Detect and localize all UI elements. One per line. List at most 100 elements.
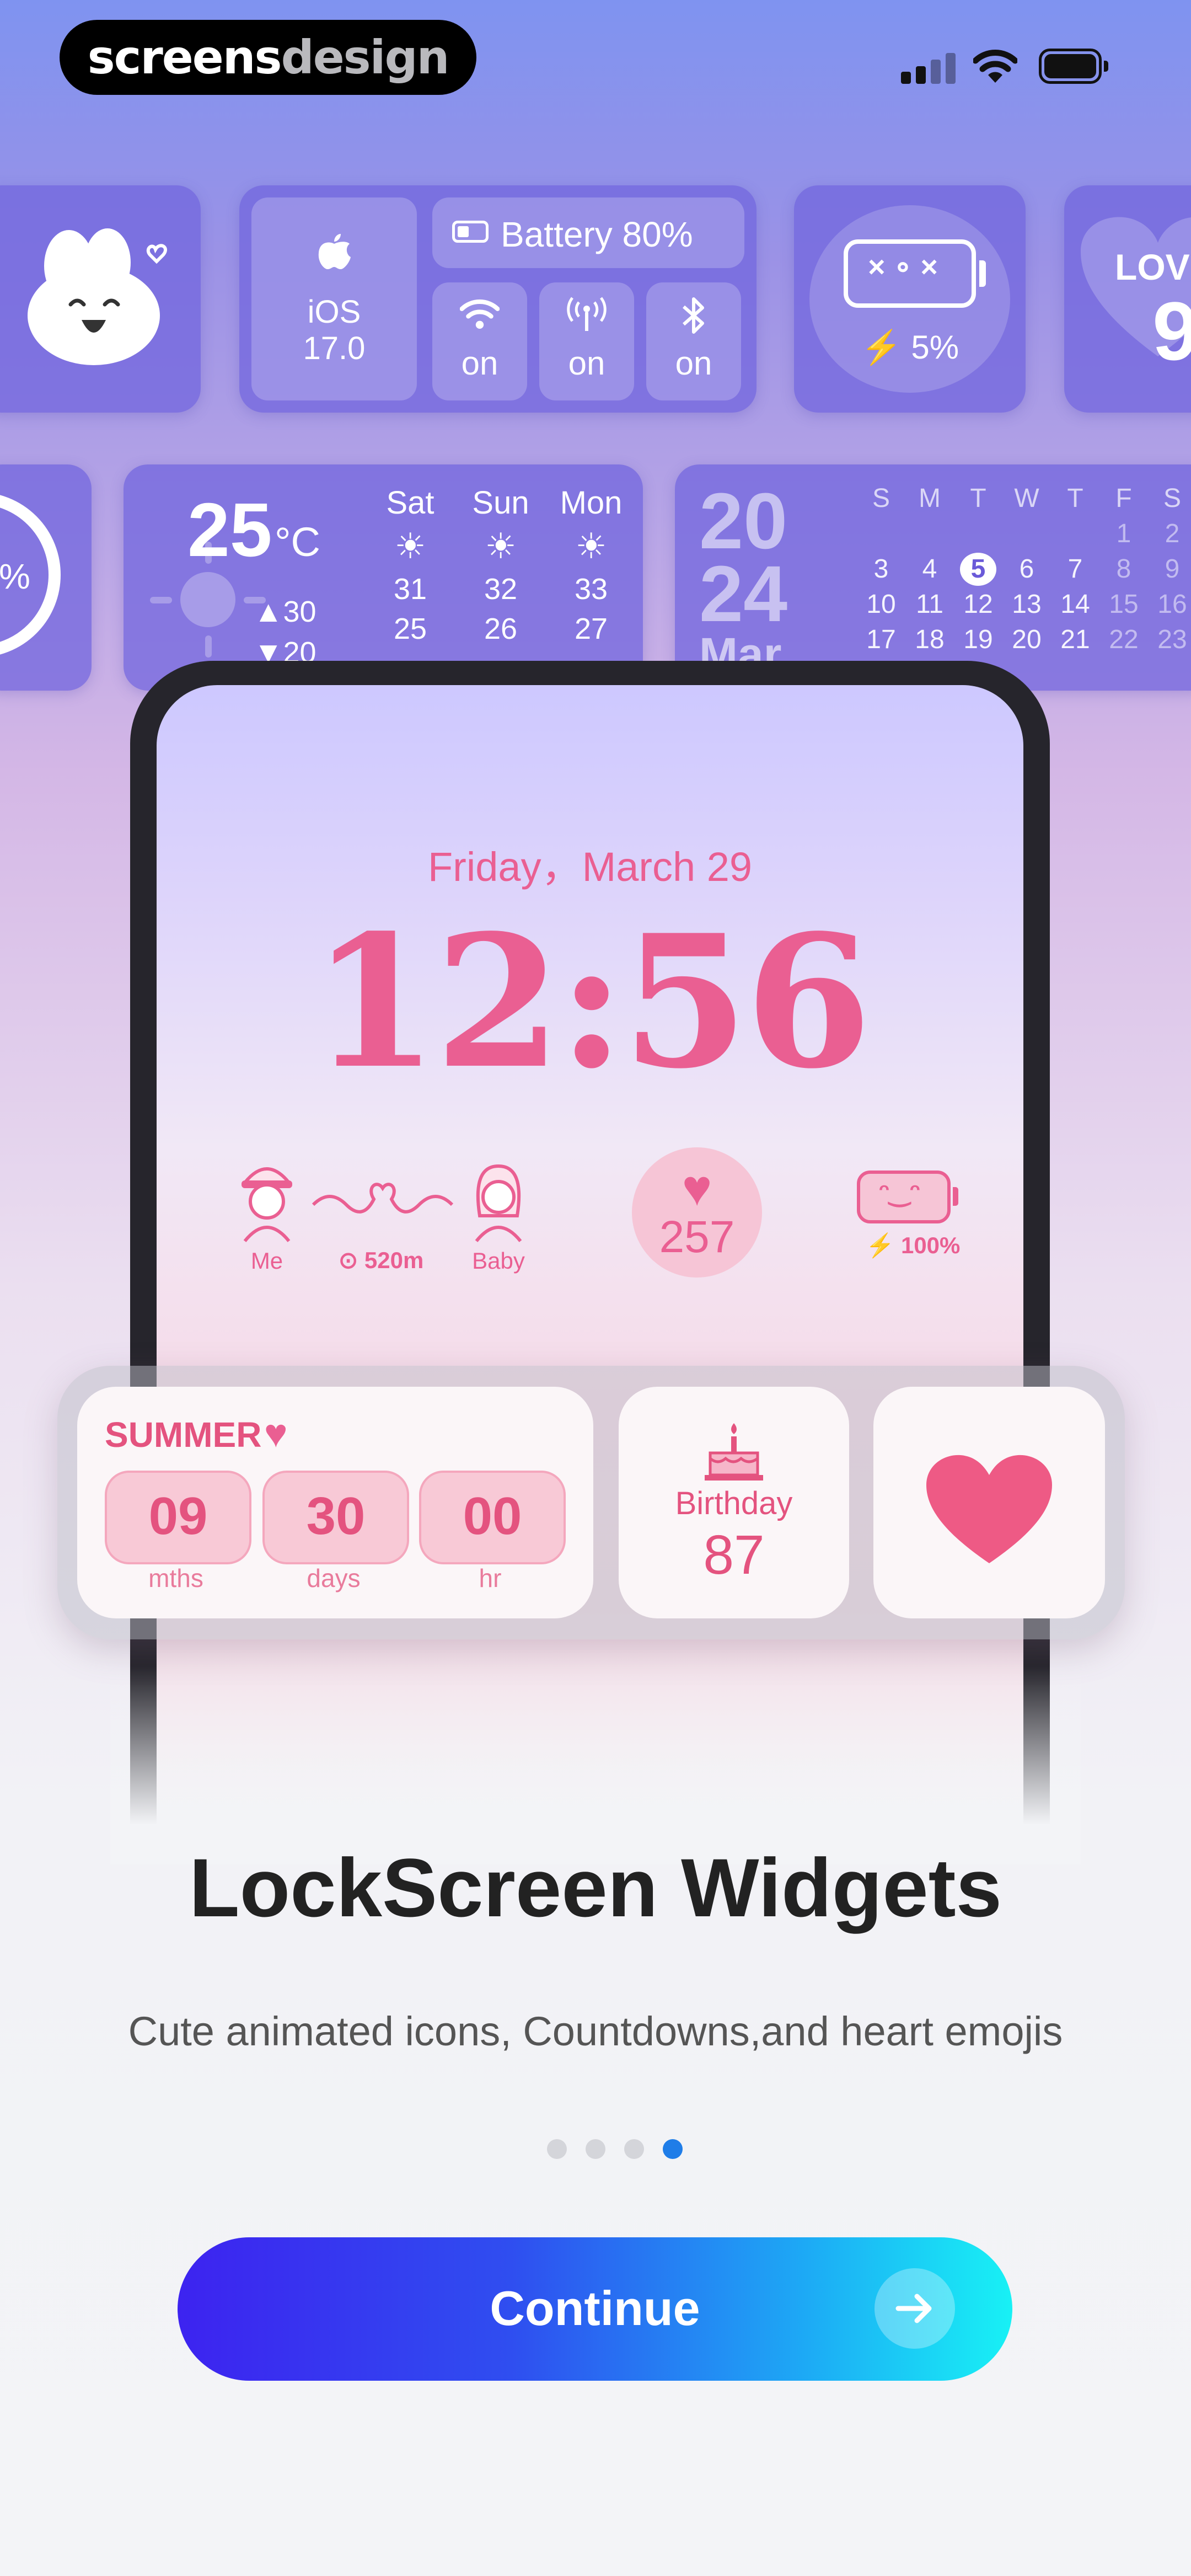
weather-high: ▲30 bbox=[254, 595, 316, 628]
game-battery-value: 5% bbox=[911, 329, 959, 366]
wifi-icon bbox=[460, 300, 500, 329]
lock-date: Friday，March 29 bbox=[427, 844, 753, 890]
percentage-value: % bbox=[0, 557, 30, 596]
heart-count-widget: ♥ 257 bbox=[632, 1147, 762, 1278]
page-dot-4[interactable] bbox=[663, 2139, 683, 2159]
calendar-day: 1 bbox=[1116, 519, 1131, 548]
bunny-icon bbox=[28, 228, 167, 365]
heart-icon: ♥ bbox=[682, 1160, 712, 1216]
calendar-weekday-header: S bbox=[872, 484, 890, 513]
calendar-day: 20 bbox=[1012, 625, 1042, 654]
antenna-icon bbox=[567, 297, 607, 331]
heart-line-icon bbox=[312, 1183, 454, 1214]
calendar-day: 12 bbox=[963, 590, 993, 619]
calendar-day: 2 bbox=[1165, 519, 1180, 548]
countdown-title: SUMMER bbox=[105, 1415, 262, 1455]
weather-unit: °C bbox=[274, 519, 320, 565]
bluetooth-state: on bbox=[675, 345, 712, 382]
brand-logo: screens design bbox=[60, 20, 476, 95]
calendar-day: 16 bbox=[1157, 590, 1187, 619]
wifi-tile: on bbox=[432, 282, 527, 400]
percentage-widget: % bbox=[0, 464, 92, 691]
hours-box: 00 bbox=[419, 1471, 566, 1564]
calendar-weekday-header: S bbox=[1163, 484, 1181, 513]
calendar-day: 21 bbox=[1060, 625, 1090, 654]
calendar-day: 15 bbox=[1109, 590, 1139, 619]
page-dot-1[interactable] bbox=[547, 2139, 567, 2159]
ios-version: 17.0 bbox=[303, 330, 366, 366]
calendar-day: 4 bbox=[922, 554, 937, 584]
sun-icon: ☀ bbox=[485, 526, 517, 566]
calendar-day: 22 bbox=[1109, 625, 1139, 654]
onboarding-title: LockScreen Widgets bbox=[189, 1841, 1002, 1934]
heart-widget bbox=[873, 1387, 1105, 1618]
calendar-day: 23 bbox=[1157, 625, 1187, 654]
apple-logo-icon bbox=[318, 234, 351, 269]
love-label: LOVE bbox=[1115, 247, 1191, 287]
months-value: 09 bbox=[148, 1487, 208, 1546]
ios-status-widget: iOS 17.0 Battery 80% on on on bbox=[239, 185, 757, 413]
location-pin-icon: ⊙ bbox=[339, 1247, 358, 1273]
calendar-weekday-header: T bbox=[1067, 484, 1083, 513]
love-widget: LOVE 9 bbox=[1064, 185, 1191, 413]
brand-logo-part1: screens bbox=[87, 30, 282, 84]
bluetooth-tile: on bbox=[646, 282, 741, 400]
phone-mockup: Friday，March 29 12:56 Me ⊙ 520m Baby ♥ 2… bbox=[130, 661, 1050, 1841]
onboarding-screen: { "brand": {"part1": "screens", "part2":… bbox=[0, 0, 1191, 2576]
distance-value: 520m bbox=[364, 1247, 424, 1273]
birthday-value: 87 bbox=[703, 1524, 765, 1586]
calendar-day: 14 bbox=[1060, 590, 1090, 619]
days-label: days bbox=[307, 1564, 361, 1592]
hours-value: 00 bbox=[463, 1487, 522, 1546]
calendar-day: 3 bbox=[873, 554, 889, 584]
love-value: 9 bbox=[1152, 285, 1191, 377]
page-indicator bbox=[547, 2139, 690, 2161]
baby-label: Baby bbox=[472, 1248, 525, 1274]
gamepad-battery-icon: × ∘ × bbox=[844, 239, 976, 308]
calendar-weekday-header: F bbox=[1115, 484, 1132, 513]
calendar-grid: S M T W T F S 1 2 3 4 5 6 7 8 9 10 11 12 13 14 15 16 17 18 19 20 21… bbox=[857, 482, 1191, 691]
forecast-day-sun: Sun ☀ 32 26 bbox=[457, 484, 545, 646]
weather-widget: 25 °C ▲30 ▼20 Sat ☀ 31 25 Sun ☀ 32 26 Mo… bbox=[124, 464, 643, 691]
calendar-day: 9 bbox=[1165, 554, 1180, 584]
calendar-day: 5 bbox=[954, 553, 1002, 586]
arrow-right-icon bbox=[875, 2268, 955, 2349]
wifi-state: on bbox=[461, 345, 498, 382]
calendar-day: 10 bbox=[866, 590, 896, 619]
battery-face-icon: ᵔ‿ᵔ bbox=[857, 1171, 951, 1223]
ios-version-tile: iOS 17.0 bbox=[251, 197, 417, 400]
days-value: 30 bbox=[306, 1487, 366, 1546]
cellular-tile: on bbox=[539, 282, 634, 400]
brand-logo-part2: design bbox=[281, 30, 450, 84]
me-label: Me bbox=[250, 1248, 283, 1274]
days-box: 30 bbox=[262, 1471, 409, 1564]
cellular-signal-icon bbox=[901, 53, 956, 84]
calendar-day: 8 bbox=[1116, 554, 1131, 584]
forecast-day-sat: Sat ☀ 31 25 bbox=[366, 484, 454, 646]
hours-label: hr bbox=[479, 1564, 502, 1592]
battery-icon bbox=[1039, 49, 1109, 84]
bluetooth-icon bbox=[683, 297, 704, 334]
months-label: mths bbox=[148, 1564, 203, 1592]
calendar-weekday-header: T bbox=[970, 484, 986, 513]
calendar-day: 19 bbox=[963, 625, 993, 654]
battery-tile: Battery 80% bbox=[432, 197, 744, 268]
calendar-day: 17 bbox=[866, 625, 896, 654]
page-dot-2[interactable] bbox=[586, 2139, 605, 2159]
calendar-day: 18 bbox=[915, 625, 945, 654]
bolt-icon: ⚡ bbox=[866, 1232, 895, 1258]
calendar-day: 11 bbox=[916, 590, 943, 619]
boy-avatar-icon bbox=[242, 1167, 292, 1242]
sun-icon: ☀ bbox=[575, 526, 607, 566]
battery-outline-icon bbox=[452, 221, 489, 243]
phone-fade bbox=[110, 1666, 1081, 1864]
continue-button[interactable]: Continue bbox=[178, 2237, 1012, 2381]
cake-icon bbox=[705, 1423, 763, 1481]
heart-icon bbox=[926, 1455, 1052, 1563]
birthday-widget: Birthday 87 bbox=[619, 1387, 849, 1618]
calendar-day: 6 bbox=[1019, 554, 1034, 584]
page-dot-3[interactable] bbox=[624, 2139, 644, 2159]
heart-icon: ♥ bbox=[264, 1412, 288, 1456]
battery-label: Battery 80% bbox=[501, 215, 693, 254]
calendar-weekday-header: M bbox=[919, 484, 941, 513]
